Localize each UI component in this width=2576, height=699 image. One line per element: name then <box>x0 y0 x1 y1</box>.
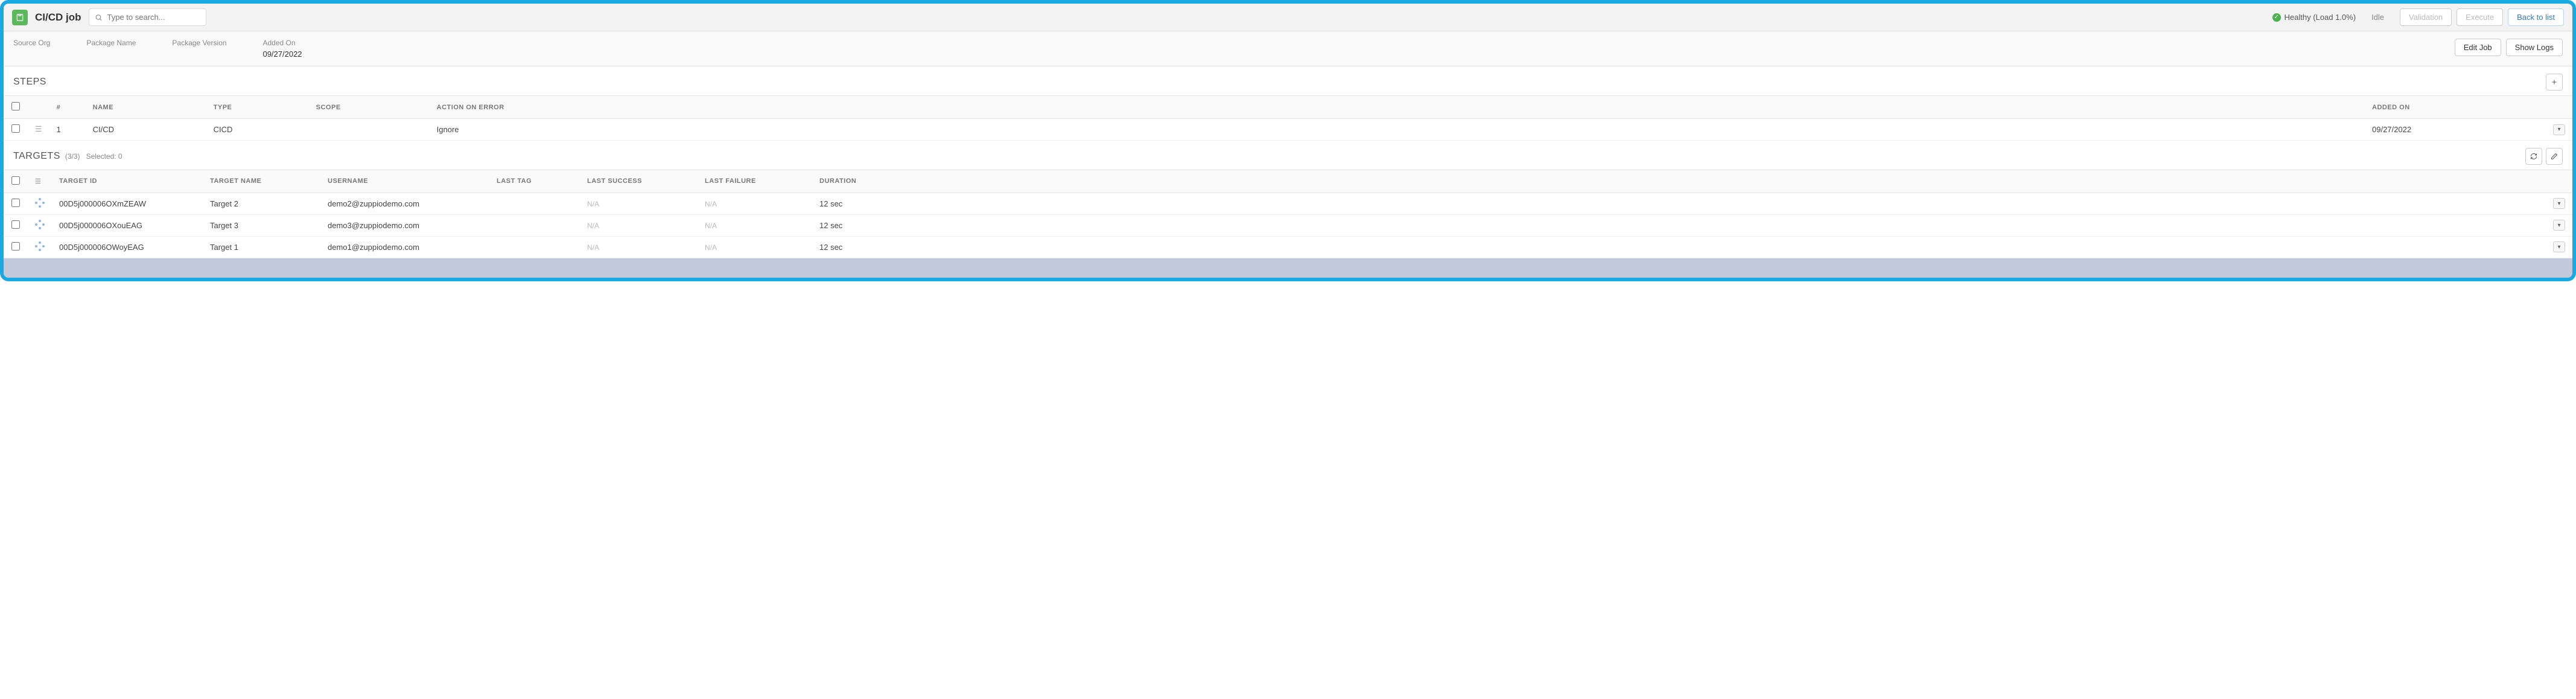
plus-icon <box>2551 78 2558 86</box>
meta-label: Source Org <box>13 39 50 47</box>
target-duration: 12 sec <box>812 214 2546 236</box>
meta-package-name: Package Name <box>86 39 136 49</box>
target-row: 00D5j000006OXmZEAWTarget 2demo2@zuppiode… <box>4 193 2572 214</box>
meta-row: Source Org Package Name Package Version … <box>4 31 2572 66</box>
search-input[interactable] <box>89 8 206 26</box>
col-added: ADDED ON <box>2365 96 2546 119</box>
col-duration: DURATION <box>812 170 2546 193</box>
topbar: CI/CD job ✓ Healthy (Load 1.0%) Idle Val… <box>4 4 2572 31</box>
target-last-tag <box>489 193 580 214</box>
meta-value: 09/27/2022 <box>262 49 302 59</box>
col-target-id: TARGET ID <box>52 170 203 193</box>
meta-label: Package Version <box>172 39 226 47</box>
target-last-success: N/A <box>580 193 698 214</box>
col-username: USERNAME <box>320 170 489 193</box>
status-dots-icon <box>35 241 45 251</box>
step-num: 1 <box>49 119 86 141</box>
meta-added-on: Added On 09/27/2022 <box>262 39 302 59</box>
health-status: ✓ Healthy (Load 1.0%) <box>2272 13 2356 22</box>
col-target-name: TARGET NAME <box>203 170 320 193</box>
idle-status: Idle <box>2371 13 2384 22</box>
meta-label: Package Name <box>86 39 136 47</box>
targets-section: TARGETS (3/3) Selected: 0 ☰ TARGET ID TA… <box>4 141 2572 258</box>
targets-table: ☰ TARGET ID TARGET NAME USERNAME LAST TA… <box>4 170 2572 258</box>
target-last-success: N/A <box>580 236 698 258</box>
target-row: 00D5j000006OWoyEAGTarget 1demo1@zuppiode… <box>4 236 2572 258</box>
steps-select-all[interactable] <box>11 102 20 110</box>
step-row-menu[interactable]: ▾ <box>2553 124 2565 135</box>
col-last-tag: LAST TAG <box>489 170 580 193</box>
refresh-targets-button[interactable] <box>2525 148 2542 165</box>
targets-selected: Selected: 0 <box>86 152 122 161</box>
execute-button[interactable]: Execute <box>2457 8 2503 26</box>
targets-select-all[interactable] <box>11 176 20 185</box>
step-checkbox[interactable] <box>11 124 20 133</box>
steps-title: STEPS <box>13 77 46 88</box>
target-last-failure: N/A <box>698 193 812 214</box>
target-last-tag <box>489 214 580 236</box>
targets-title: TARGETS <box>13 151 60 162</box>
col-action: ACTION ON ERROR <box>430 96 2365 119</box>
step-name: CI/CD <box>86 119 206 141</box>
status-dots-icon <box>35 220 45 229</box>
back-to-list-button[interactable]: Back to list <box>2508 8 2564 26</box>
target-last-success: N/A <box>580 214 698 236</box>
col-name: NAME <box>86 96 206 119</box>
footer-strip <box>4 258 2572 278</box>
validation-button[interactable]: Validation <box>2400 8 2452 26</box>
target-last-failure: N/A <box>698 236 812 258</box>
col-last-success: LAST SUCCESS <box>580 170 698 193</box>
target-username: demo3@zuppiodemo.com <box>320 214 489 236</box>
add-step-button[interactable] <box>2546 74 2563 91</box>
step-added: 09/27/2022 <box>2365 119 2546 141</box>
step-action: Ignore <box>430 119 2365 141</box>
col-num: # <box>49 96 86 119</box>
target-id: 00D5j000006OXmZEAW <box>52 193 203 214</box>
list-icon[interactable]: ☰ <box>35 178 41 185</box>
target-name: Target 2 <box>203 193 320 214</box>
pencil-icon <box>2551 153 2558 160</box>
steps-section: STEPS # NAME TYPE SCOPE ACTION ON ERROR … <box>4 66 2572 141</box>
target-last-tag <box>489 236 580 258</box>
step-type: CICD <box>206 119 309 141</box>
refresh-icon <box>2530 153 2537 160</box>
target-checkbox[interactable] <box>11 220 20 229</box>
health-text: Healthy (Load 1.0%) <box>2285 13 2356 22</box>
target-username: demo2@zuppiodemo.com <box>320 193 489 214</box>
target-duration: 12 sec <box>812 193 2546 214</box>
page-title: CI/CD job <box>35 11 81 24</box>
step-row: ☰ 1 CI/CD CICD Ignore 09/27/2022 ▾ <box>4 119 2572 141</box>
target-username: demo1@zuppiodemo.com <box>320 236 489 258</box>
search-icon <box>95 13 103 21</box>
meta-package-version: Package Version <box>172 39 226 49</box>
target-last-failure: N/A <box>698 214 812 236</box>
target-row-menu[interactable]: ▾ <box>2553 198 2565 209</box>
target-checkbox[interactable] <box>11 199 20 207</box>
target-id: 00D5j000006OWoyEAG <box>52 236 203 258</box>
status-dots-icon <box>35 198 45 208</box>
target-checkbox[interactable] <box>11 242 20 251</box>
col-type: TYPE <box>206 96 309 119</box>
edit-targets-button[interactable] <box>2546 148 2563 165</box>
target-row-menu[interactable]: ▾ <box>2553 241 2565 252</box>
drag-handle-icon[interactable]: ☰ <box>35 124 42 133</box>
targets-count: (3/3) <box>65 152 80 161</box>
target-row: 00D5j000006OXouEAGTarget 3demo3@zuppiode… <box>4 214 2572 236</box>
search-wrap <box>89 8 206 26</box>
col-scope: SCOPE <box>309 96 430 119</box>
target-name: Target 1 <box>203 236 320 258</box>
meta-source-org: Source Org <box>13 39 50 49</box>
target-id: 00D5j000006OXouEAG <box>52 214 203 236</box>
check-circle-icon: ✓ <box>2272 13 2281 22</box>
target-name: Target 3 <box>203 214 320 236</box>
target-row-menu[interactable]: ▾ <box>2553 220 2565 231</box>
meta-label: Added On <box>262 39 302 47</box>
step-scope <box>309 119 430 141</box>
app-icon <box>12 10 28 25</box>
col-last-failure: LAST FAILURE <box>698 170 812 193</box>
steps-table: # NAME TYPE SCOPE ACTION ON ERROR ADDED … <box>4 95 2572 141</box>
show-logs-button[interactable]: Show Logs <box>2506 39 2563 56</box>
edit-job-button[interactable]: Edit Job <box>2455 39 2501 56</box>
target-duration: 12 sec <box>812 236 2546 258</box>
